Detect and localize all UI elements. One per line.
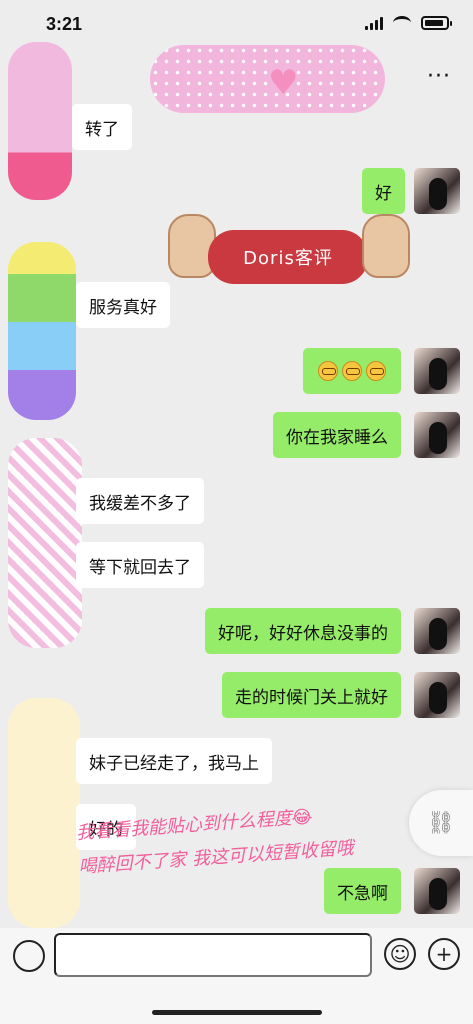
awkward-face-icon xyxy=(366,361,386,381)
wifi-icon xyxy=(393,16,411,30)
left-rainbow-sticker xyxy=(8,242,76,420)
message-row: 不急啊 xyxy=(324,868,401,914)
doris-sticker: Doris客评 xyxy=(168,214,410,290)
message-row: 你在我家睡么 xyxy=(273,412,401,458)
emoji-icon[interactable]: ☺ xyxy=(384,938,416,970)
emoji-message-bubble[interactable] xyxy=(303,348,401,394)
signal-icon xyxy=(365,16,383,30)
message-bubble[interactable]: 转了 xyxy=(72,104,132,150)
message-row: 服务真好 xyxy=(76,282,170,328)
awkward-face-icon xyxy=(342,361,362,381)
message-row: 妹子已经走了，我马上 xyxy=(76,738,272,784)
status-time: 3:21 xyxy=(46,14,83,34)
left-checker-sticker xyxy=(8,438,82,648)
avatar[interactable] xyxy=(414,672,460,718)
heart-icon: ♥ xyxy=(268,63,299,103)
message-bubble[interactable]: 好 xyxy=(362,168,405,214)
left-pink-sticker xyxy=(8,42,72,200)
bear-icon xyxy=(362,214,410,278)
avatar[interactable] xyxy=(414,412,460,458)
avatar[interactable] xyxy=(414,348,460,394)
message-row: 转了 xyxy=(72,104,132,150)
header-sticker-overlay: ♥ xyxy=(150,45,385,113)
voice-icon[interactable] xyxy=(13,940,45,972)
message-bubble[interactable]: 你在我家睡么 xyxy=(273,412,401,458)
home-indicator xyxy=(152,1010,322,1015)
plus-icon[interactable]: + xyxy=(428,938,460,970)
message-input[interactable] xyxy=(54,933,372,977)
message-bubble[interactable]: 等下就回去了 xyxy=(76,542,204,588)
message-bubble[interactable]: 我缓差不多了 xyxy=(76,478,204,524)
status-icons xyxy=(365,16,452,30)
link-icon[interactable]: ⛓ xyxy=(409,790,473,856)
avatar[interactable] xyxy=(414,168,460,214)
battery-icon xyxy=(421,16,452,30)
sticker-title: Doris客评 xyxy=(208,230,368,284)
message-row xyxy=(303,348,401,394)
message-bubble[interactable]: 妹子已经走了，我马上 xyxy=(76,738,272,784)
left-lower-sticker xyxy=(8,698,80,928)
message-bubble[interactable]: 不急啊 xyxy=(324,868,401,914)
message-row: 我缓差不多了 xyxy=(76,478,204,524)
input-bar: ☺ + xyxy=(0,928,473,1024)
message-bubble[interactable]: 服务真好 xyxy=(76,282,170,328)
message-row: 好 xyxy=(362,168,405,214)
message-row: 走的时候门关上就好 xyxy=(222,672,401,718)
avatar[interactable] xyxy=(414,608,460,654)
message-row: 好呢，好好休息没事的 xyxy=(205,608,401,654)
message-row: 等下就回去了 xyxy=(76,542,204,588)
message-bubble[interactable]: 好呢，好好休息没事的 xyxy=(205,608,401,654)
message-bubble[interactable]: 走的时候门关上就好 xyxy=(222,672,401,718)
awkward-face-icon xyxy=(318,361,338,381)
avatar[interactable] xyxy=(414,868,460,914)
more-icon[interactable]: ··· xyxy=(427,64,451,89)
